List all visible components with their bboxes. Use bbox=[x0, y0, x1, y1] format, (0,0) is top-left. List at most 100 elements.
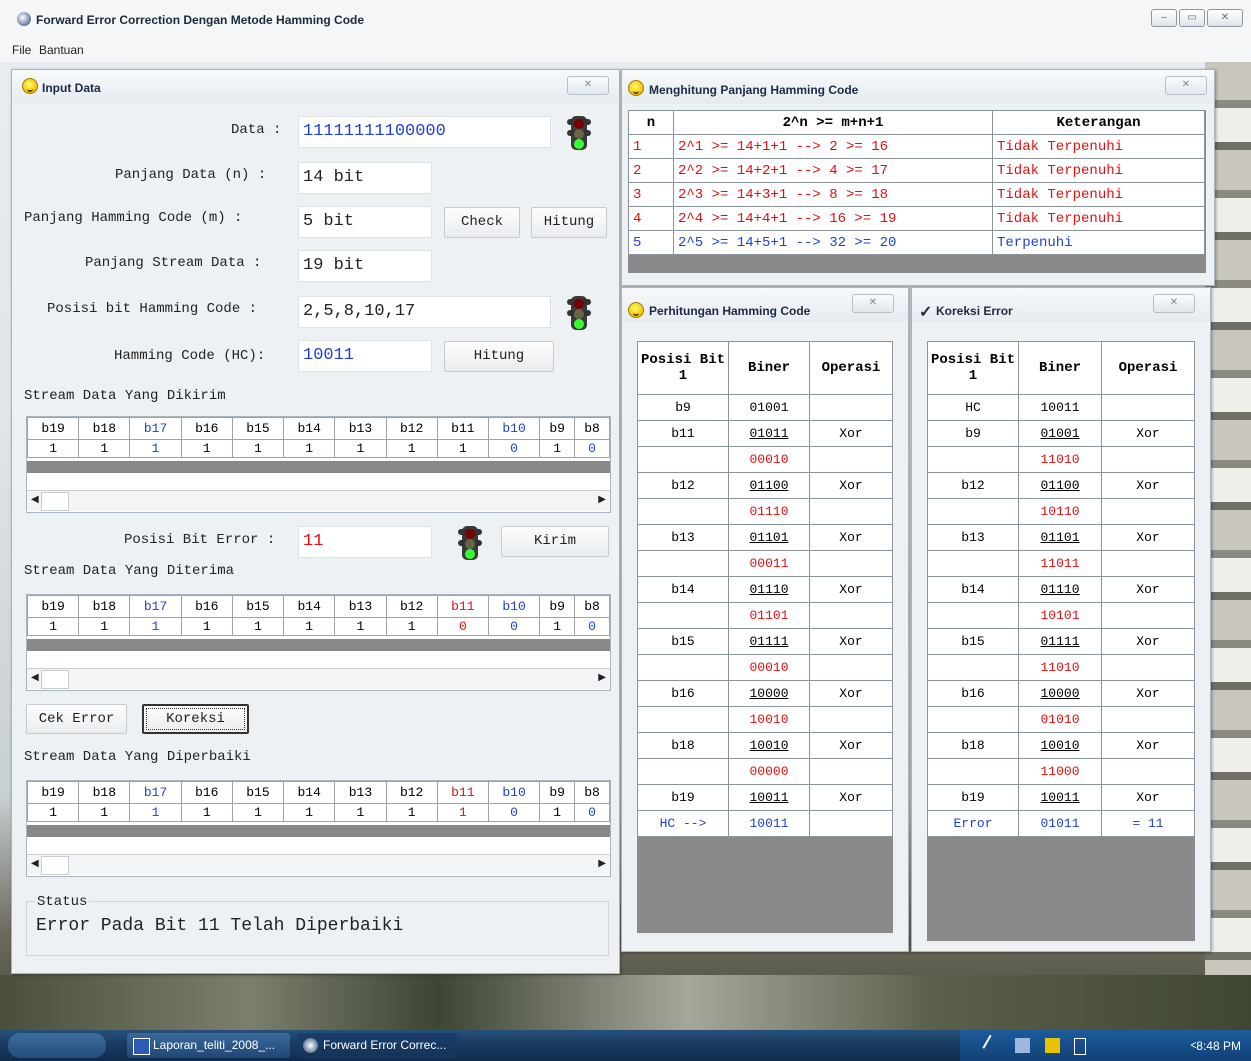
table-cell: 00010 bbox=[728, 446, 810, 473]
table-cell: b9 bbox=[927, 420, 1019, 447]
stream-terima-label: Stream Data Yang Diterima bbox=[24, 563, 235, 579]
maximize-button[interactable]: ▭ bbox=[1179, 9, 1205, 27]
table-cell bbox=[1101, 706, 1195, 733]
scroll-right-icon[interactable]: ▶ bbox=[598, 858, 606, 869]
table-row: b12 01100 Xor bbox=[927, 472, 1195, 499]
table-cell bbox=[637, 654, 729, 681]
grid-header-cell: b15 bbox=[231, 595, 285, 618]
table-cell: 10101 bbox=[1018, 602, 1102, 629]
menu-bantuan[interactable]: Bantuan bbox=[39, 43, 84, 57]
title-bar: Forward Error Correction Dengan Metode H… bbox=[0, 0, 1251, 40]
grid-value-cell: 1 bbox=[78, 803, 131, 822]
panel-close-button[interactable]: ✕ bbox=[567, 76, 609, 95]
scroll-left-icon[interactable]: ◀ bbox=[31, 858, 39, 869]
grid-header-cell: b18 bbox=[78, 595, 131, 618]
grid-header-cell: b19 bbox=[26, 417, 80, 440]
panjang-hc-field[interactable]: 5 bit bbox=[298, 206, 432, 238]
stream-kirim-grid[interactable]: b19 b18 b17 b16 b15 b14 b13 b12 b11 b10 b9 b8 1 1 1 1 1 1… bbox=[26, 416, 611, 513]
cek-error-button[interactable]: Cek Error bbox=[26, 704, 127, 734]
table-cell: b15 bbox=[637, 628, 729, 655]
table-row: b14 01110 Xor bbox=[927, 576, 1195, 603]
hc-field[interactable]: 10011 bbox=[298, 340, 432, 372]
check-button[interactable]: Check bbox=[444, 207, 520, 238]
close-button[interactable]: ✕ bbox=[1207, 9, 1243, 27]
table-row: b18 10010 Xor bbox=[637, 732, 893, 759]
table-cell: 10000 bbox=[1018, 680, 1102, 707]
table-cell: b11 bbox=[637, 420, 729, 447]
grid-value-cell: 1 bbox=[385, 617, 438, 636]
help-icon[interactable] bbox=[1045, 1038, 1060, 1053]
stream-perbaiki-grid[interactable]: b19 b18 b17 b16 b15 b14 b13 b12 b11 b10 b9 b8 1 1 1 1 1 1… bbox=[26, 780, 611, 877]
table-cell: b19 bbox=[927, 784, 1019, 811]
table-cell: 11010 bbox=[1018, 654, 1102, 681]
app-icon bbox=[303, 1038, 318, 1053]
table-cell: 10010 bbox=[1018, 732, 1102, 759]
grid-value-cell: 1 bbox=[129, 803, 182, 822]
data-input[interactable]: 11111111100000 bbox=[298, 116, 551, 148]
table-cell bbox=[927, 602, 1019, 629]
table-cell bbox=[1101, 550, 1195, 577]
perhitungan-table: Posisi Bit 1 Biner Operasi b9 01001 b11 010… bbox=[637, 341, 893, 837]
grid-header-cell: b12 bbox=[385, 781, 438, 804]
table-row: b13 01101 Xor bbox=[637, 524, 893, 551]
hitung-button[interactable]: Hitung bbox=[531, 207, 607, 238]
grid-value-cell: 1 bbox=[78, 439, 131, 458]
traffic-light-icon bbox=[567, 116, 591, 150]
horizontal-scrollbar[interactable]: ◀ ▶ bbox=[27, 490, 610, 511]
table-row: b16 10000 Xor bbox=[927, 680, 1195, 707]
grid-value-cell: 0 bbox=[436, 617, 489, 636]
panjang-stream-field[interactable]: 19 bit bbox=[298, 250, 432, 282]
posisi-hc-field[interactable]: 2,5,8,10,17 bbox=[298, 296, 551, 328]
usb-icon[interactable] bbox=[1074, 1038, 1086, 1055]
kirim-button[interactable]: Kirim bbox=[501, 526, 609, 557]
panjang-data-field[interactable]: 14 bit bbox=[298, 162, 432, 194]
table-cell: 00010 bbox=[728, 654, 810, 681]
stream-terima-grid[interactable]: b19 b18 b17 b16 b15 b14 b13 b12 b11 b10 b9 b8 1 1 1 1 1 1… bbox=[26, 594, 611, 691]
scroll-left-icon[interactable]: ◀ bbox=[31, 494, 39, 505]
perhitungan-panel: Perhitungan Hamming Code ✕ Posisi Bit 1 … bbox=[621, 287, 909, 952]
table-row: 11011 bbox=[927, 550, 1195, 577]
table-cell: b15 bbox=[927, 628, 1019, 655]
grid-header-cell: b9 bbox=[539, 417, 576, 440]
koreksi-button[interactable]: Koreksi bbox=[142, 704, 249, 734]
hc-label: Hamming Code (HC): bbox=[114, 348, 266, 364]
posisi-error-field[interactable]: 11 bbox=[298, 526, 432, 558]
table-cell: Xor bbox=[809, 628, 893, 655]
grid-header-cell: b12 bbox=[385, 595, 438, 618]
horizontal-scrollbar[interactable]: ◀ ▶ bbox=[27, 668, 610, 689]
task-forward-error[interactable]: Forward Error Correc... bbox=[297, 1033, 457, 1058]
grid-header-cell: b8 bbox=[574, 781, 610, 804]
menu-file[interactable]: File bbox=[12, 43, 31, 57]
hitung-hc-button[interactable]: Hitung bbox=[444, 341, 554, 372]
grid-header-cell: b13 bbox=[334, 781, 387, 804]
panel-title: Input Data bbox=[42, 81, 101, 95]
panjang-stream-label: Panjang Stream Data : bbox=[85, 255, 262, 271]
table-row: 1 2^1 >= 14+1+1 --> 2 >= 16 Tidak Terpenuh… bbox=[628, 134, 1205, 159]
table-cell: 00011 bbox=[728, 550, 810, 577]
col-posisi: Posisi Bit 1 bbox=[927, 341, 1019, 395]
start-button[interactable] bbox=[8, 1033, 106, 1058]
table-cell: 10110 bbox=[1018, 498, 1102, 525]
scroll-right-icon[interactable]: ▶ bbox=[598, 494, 606, 505]
task-laporan[interactable]: Laporan_teliti_2008_... bbox=[127, 1033, 290, 1058]
language-icon[interactable] bbox=[1015, 1038, 1030, 1053]
panel-title: Perhitungan Hamming Code bbox=[649, 304, 811, 318]
table-row: 10110 bbox=[927, 498, 1195, 525]
panel-close-button[interactable]: ✕ bbox=[852, 294, 894, 313]
app-title: Forward Error Correction Dengan Metode H… bbox=[36, 13, 365, 27]
koreksi-panel: ✓ Koreksi Error ✕ Posisi Bit 1 Biner Ope… bbox=[911, 287, 1211, 952]
scroll-left-icon[interactable]: ◀ bbox=[31, 672, 39, 683]
col-biner: Biner bbox=[1018, 341, 1102, 395]
pen-icon[interactable] bbox=[982, 1034, 1005, 1057]
panel-close-button[interactable]: ✕ bbox=[1165, 76, 1207, 95]
table-row: 10010 bbox=[637, 706, 893, 733]
panel-close-button[interactable]: ✕ bbox=[1153, 294, 1195, 313]
minimize-button[interactable]: – bbox=[1151, 9, 1177, 27]
grid-value-cell: 1 bbox=[231, 439, 285, 458]
cell-n: 2 bbox=[628, 158, 674, 183]
table-row: b14 01110 Xor bbox=[637, 576, 893, 603]
scroll-right-icon[interactable]: ▶ bbox=[598, 672, 606, 683]
grid-value-cell: 1 bbox=[539, 803, 576, 822]
horizontal-scrollbar[interactable]: ◀ ▶ bbox=[27, 854, 610, 875]
grid-value-cell: 0 bbox=[574, 439, 610, 458]
